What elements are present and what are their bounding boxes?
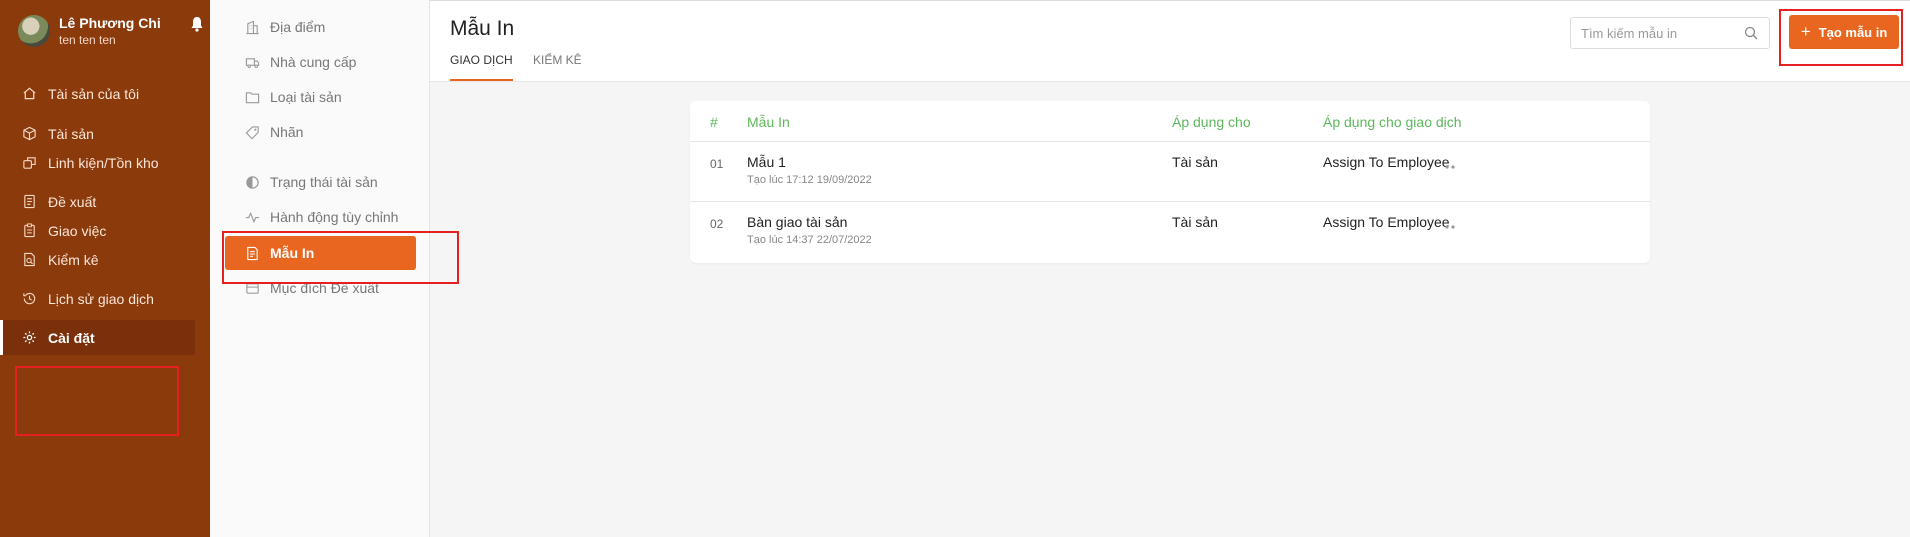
row-number: 01 (710, 157, 724, 171)
settings-menu: Địa điểm Nhà cung cấp Loại tài sản Nhãn … (210, 0, 430, 537)
settings-item-asset-types[interactable]: Loại tài sản (225, 80, 416, 114)
main-sidebar: Lê Phương Chi ten ten ten Tài sản của tô… (0, 0, 210, 537)
search-icon[interactable] (1744, 26, 1758, 40)
settings-item-label: Nhà cung cấp (270, 54, 357, 70)
half-circle-icon (246, 175, 259, 189)
user-profile[interactable]: Lê Phương Chi ten ten ten (18, 14, 204, 48)
sidebar-item-label: Kiểm kê (48, 251, 99, 268)
user-name: Lê Phương Chi (59, 15, 161, 31)
settings-item-label: Hành động tùy chỉnh (270, 209, 399, 225)
document-icon (24, 194, 35, 209)
sidebar-item-settings[interactable]: Cài đặt (0, 320, 195, 355)
column-header-template[interactable]: Mẫu In (747, 112, 790, 132)
settings-item-print-templates[interactable]: Mẫu In (225, 236, 416, 270)
sidebar-item-transaction-history[interactable]: Lịch sử giao dịch (0, 281, 195, 316)
column-header-number: # (710, 114, 718, 130)
bell-icon[interactable] (190, 16, 204, 32)
search-input[interactable] (1570, 17, 1770, 49)
purpose-icon (246, 282, 259, 294)
column-header-apply-to-transaction[interactable]: Áp dụng cho giao dịch (1323, 112, 1462, 132)
tab-transactions[interactable]: GIAO DỊCH (450, 53, 513, 81)
inventory-icon (24, 252, 35, 267)
building-icon (246, 20, 259, 34)
activity-icon (245, 211, 260, 223)
page-header: Mẫu In GIAO DỊCH KIỂM KÊ + Tạo mẫu in (430, 0, 1910, 82)
avatar[interactable] (18, 15, 50, 47)
settings-item-locations[interactable]: Địa điểm (225, 10, 416, 44)
sidebar-item-label: Tài sản của tôi (48, 85, 140, 102)
box-icon (23, 126, 36, 141)
table-row[interactable]: 02 Bàn giao tài sản Tạo lúc 14:37 22/07/… (690, 201, 1650, 262)
templates-table: # Mẫu In Áp dụng cho Áp dụng cho giao dị… (690, 101, 1650, 263)
page-title: Mẫu In (450, 17, 515, 40)
sidebar-item-label: Giao việc (48, 222, 107, 239)
create-template-button[interactable]: + Tạo mẫu in (1789, 15, 1899, 49)
apply-to-transaction: Assign To Employee (1323, 214, 1450, 230)
created-time: Tạo lúc 17:12 19/09/2022 (747, 174, 872, 186)
settings-item-proposal-purposes[interactable]: Mục đích Đề xuất (225, 271, 416, 305)
sidebar-item-label: Đề xuất (48, 193, 97, 210)
sidebar-item-label: Cài đặt (48, 329, 95, 346)
folder-icon (245, 91, 260, 103)
more-options-icon[interactable] (1440, 160, 1460, 174)
plus-icon: + (1800, 22, 1811, 41)
sidebar-item-label: Tài sản (48, 125, 94, 142)
apply-to: Tài sản (1172, 214, 1218, 230)
created-time: Tạo lúc 14:37 22/07/2022 (747, 234, 872, 246)
settings-item-label: Địa điểm (270, 19, 326, 35)
apply-to: Tài sản (1172, 154, 1218, 170)
settings-item-label: Trạng thái tài sản (270, 174, 378, 190)
gear-icon (23, 331, 36, 344)
history-icon (23, 292, 36, 305)
row-number: 02 (710, 217, 724, 231)
sidebar-item-components[interactable]: Linh kiện/Tồn kho (0, 145, 195, 180)
tab-inventory[interactable]: KIỂM KÊ (533, 53, 582, 81)
sidebar-item-label: Linh kiện/Tồn kho (48, 154, 159, 171)
components-icon (23, 157, 36, 169)
tag-icon (245, 125, 259, 139)
sidebar-item-my-assets[interactable]: Tài sản của tôi (0, 76, 195, 111)
sidebar-item-label: Lịch sử giao dịch (48, 290, 154, 307)
template-name[interactable]: Mẫu 1 (747, 154, 786, 170)
settings-item-label: Mục đích Đề xuất (270, 280, 379, 296)
column-header-apply-to[interactable]: Áp dụng cho (1172, 112, 1251, 132)
settings-item-label: Mẫu In (270, 245, 315, 261)
main-content: Mẫu In GIAO DỊCH KIỂM KÊ + Tạo mẫu in # … (430, 0, 1910, 537)
table-row[interactable]: 01 Mẫu 1 Tạo lúc 17:12 19/09/2022 Tài sả… (690, 141, 1650, 202)
sidebar-item-inventory[interactable]: Kiểm kê (0, 242, 195, 277)
create-template-label: Tạo mẫu in (1818, 24, 1888, 40)
template-name[interactable]: Bàn giao tài sản (747, 214, 847, 230)
settings-item-custom-actions[interactable]: Hành động tùy chỉnh (225, 200, 416, 234)
print-template-icon (247, 246, 258, 260)
truck-icon (245, 57, 260, 68)
settings-item-suppliers[interactable]: Nhà cung cấp (225, 45, 416, 79)
settings-item-asset-status[interactable]: Trạng thái tài sản (225, 165, 416, 199)
settings-item-label: Loại tài sản (270, 89, 342, 105)
user-subtitle: ten ten ten (59, 33, 116, 47)
settings-item-label: Nhãn (270, 124, 304, 140)
clipboard-icon (24, 223, 35, 238)
more-options-icon[interactable] (1440, 220, 1460, 234)
home-icon (23, 87, 36, 100)
settings-item-labels[interactable]: Nhãn (225, 115, 416, 149)
apply-to-transaction: Assign To Employee (1323, 154, 1450, 170)
